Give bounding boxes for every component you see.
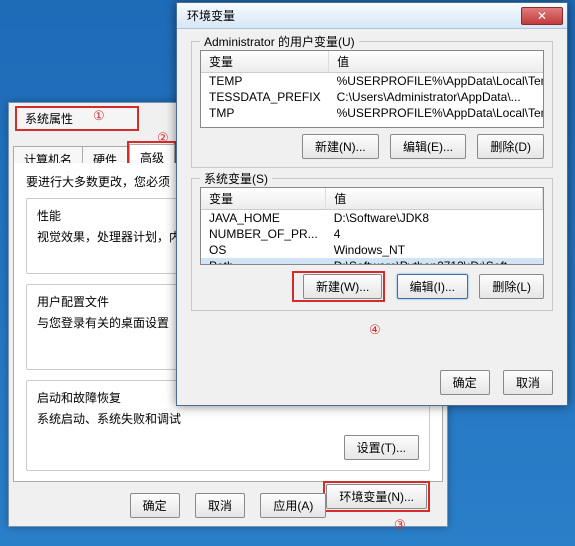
annotation-4: ④ <box>369 322 381 338</box>
env-dialog-footer: 确定 取消 <box>430 370 553 395</box>
edit-user-var-button[interactable]: 编辑(E)... <box>390 134 466 159</box>
sys-vars-button-row: 新建(W)... 编辑(I)... 删除(L) <box>200 271 544 302</box>
new-sys-var-highlight: 新建(W)... <box>292 271 385 302</box>
env-ok-button[interactable]: 确定 <box>440 370 490 395</box>
env-cancel-button[interactable]: 取消 <box>503 370 553 395</box>
page-title: 系统属性 <box>25 112 73 126</box>
table-row: NUMBER_OF_PR...4 <box>201 226 543 242</box>
system-variables-list[interactable]: 变量 值 JAVA_HOMED:\Software\JDK8 NUMBER_OF… <box>200 187 544 265</box>
col-value[interactable]: 值 <box>329 51 544 73</box>
user-variables-list[interactable]: 变量 值 TEMP%USERPROFILE%\AppData\Local\Tem… <box>200 50 544 128</box>
system-properties-title-highlight: 系统属性 <box>15 106 139 131</box>
system-variables-legend: 系统变量(S) <box>200 170 272 187</box>
new-sys-var-button[interactable]: 新建(W)... <box>303 274 382 299</box>
env-dialog-body: Administrator 的用户变量(U) 变量 值 TEMP%USERPRO… <box>177 29 567 333</box>
ok-button[interactable]: 确定 <box>130 493 180 518</box>
cancel-button[interactable]: 取消 <box>195 493 245 518</box>
user-variables-legend: Administrator 的用户变量(U) <box>200 33 359 50</box>
annotation-1: ① <box>93 108 105 124</box>
system-variables-fieldset: 系统变量(S) 变量 值 JAVA_HOMED:\Software\JDK8 N… <box>191 178 553 311</box>
close-icon: ✕ <box>537 9 547 23</box>
col-variable[interactable]: 变量 <box>201 188 326 210</box>
user-variables-fieldset: Administrator 的用户变量(U) 变量 值 TEMP%USERPRO… <box>191 41 553 168</box>
system-properties-footer: 确定 取消 应用(A) <box>9 493 447 518</box>
annotation-3: ③ <box>394 517 406 533</box>
table-row: TMP%USERPROFILE%\AppData\Local\Temp <box>201 105 544 121</box>
new-user-var-button[interactable]: 新建(N)... <box>302 134 379 159</box>
table-row: TESSDATA_PREFIXC:\Users\Administrator\Ap… <box>201 89 544 105</box>
apply-button[interactable]: 应用(A) <box>260 493 326 518</box>
col-variable[interactable]: 变量 <box>201 51 329 73</box>
col-value[interactable]: 值 <box>326 188 543 210</box>
settings-button[interactable]: 设置(T)... <box>344 435 419 460</box>
startup-desc: 系统启动、系统失败和调试 <box>37 410 419 427</box>
table-row: PathD:\Software\Python2713\;D:\Soft <box>201 258 543 265</box>
close-button[interactable]: ✕ <box>521 7 563 25</box>
environment-variables-dialog: 环境变量 ✕ Administrator 的用户变量(U) 变量 值 TEMP%… <box>176 2 568 406</box>
env-dialog-titlebar[interactable]: 环境变量 ✕ <box>177 3 567 29</box>
table-row: OSWindows_NT <box>201 242 543 258</box>
delete-sys-var-button[interactable]: 删除(L) <box>479 274 544 299</box>
user-vars-button-row: 新建(N)... 编辑(E)... 删除(D) <box>200 134 544 159</box>
table-row: JAVA_HOMED:\Software\JDK8 <box>201 210 543 227</box>
env-dialog-title: 环境变量 <box>187 7 235 24</box>
table-row: TEMP%USERPROFILE%\AppData\Local\Temp <box>201 73 544 90</box>
edit-sys-var-button[interactable]: 编辑(I)... <box>397 274 468 299</box>
delete-user-var-button[interactable]: 删除(D) <box>477 134 544 159</box>
